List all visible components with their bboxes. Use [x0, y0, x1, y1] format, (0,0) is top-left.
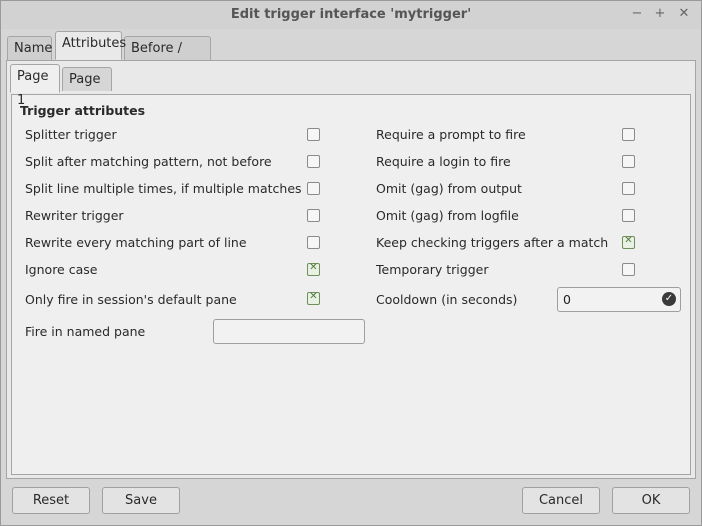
close-icon[interactable]: ✕ — [675, 5, 693, 23]
require-prompt-checkbox[interactable] — [622, 128, 635, 141]
maximize-icon[interactable]: + — [651, 5, 669, 23]
default-pane-label: Only fire in session's default pane — [25, 292, 237, 307]
reset-button[interactable]: Reset — [12, 487, 90, 514]
omit-logfile-label: Omit (gag) from logfile — [376, 208, 519, 223]
require-login-label: Require a login to fire — [376, 154, 511, 169]
rewriter-trigger-label: Rewriter trigger — [25, 208, 124, 223]
ok-button[interactable]: OK — [612, 487, 690, 514]
splitter-trigger-checkbox[interactable] — [307, 128, 320, 141]
check-circle-icon: ✓ — [662, 292, 676, 306]
ignore-case-label: Ignore case — [25, 262, 98, 277]
named-pane-input[interactable] — [213, 319, 365, 344]
require-prompt-label: Require a prompt to fire — [376, 127, 526, 142]
ignore-case-checkbox[interactable] — [307, 262, 320, 276]
temporary-trigger-label: Temporary trigger — [376, 262, 489, 277]
omit-output-label: Omit (gag) from output — [376, 181, 522, 196]
tab-page-1[interactable]: Page 1 — [10, 64, 60, 108]
tab-name[interactable]: Name — [7, 36, 52, 60]
tab-attributes[interactable]: Attributes — [55, 31, 126, 60]
group-title: Trigger attributes — [20, 103, 146, 118]
keep-checking-label: Keep checking triggers after a match — [376, 235, 609, 250]
temporary-trigger-checkbox[interactable] — [622, 263, 635, 276]
cooldown-label: Cooldown (in seconds) — [376, 292, 518, 307]
page-1-panel — [11, 94, 691, 475]
minimize-icon[interactable]: − — [628, 5, 646, 23]
split-multiple-checkbox[interactable] — [307, 182, 320, 195]
default-pane-checkbox[interactable] — [307, 291, 320, 305]
rewrite-every-label: Rewrite every matching part of line — [25, 235, 247, 250]
split-after-checkbox[interactable] — [307, 155, 320, 168]
title-bar[interactable]: Edit trigger interface 'mytrigger' − + ✕ — [1, 1, 701, 29]
window-title: Edit trigger interface 'mytrigger' — [230, 7, 472, 22]
omit-logfile-checkbox[interactable] — [622, 209, 635, 222]
save-button[interactable]: Save — [102, 487, 180, 514]
keep-checking-checkbox[interactable] — [622, 235, 635, 249]
cancel-button[interactable]: Cancel — [522, 487, 600, 514]
omit-output-checkbox[interactable] — [622, 182, 635, 195]
rewrite-every-checkbox[interactable] — [307, 236, 320, 249]
rewriter-trigger-checkbox[interactable] — [307, 209, 320, 222]
named-pane-label: Fire in named pane — [25, 324, 146, 339]
tab-page-2[interactable]: Page 2 — [62, 67, 112, 111]
tab-before-after[interactable]: Before / after — [124, 36, 211, 80]
split-after-label: Split after matching pattern, not before — [25, 154, 272, 169]
split-multiple-label: Split line multiple times, if multiple m… — [25, 181, 302, 196]
require-login-checkbox[interactable] — [622, 155, 635, 168]
splitter-trigger-label: Splitter trigger — [25, 127, 117, 142]
